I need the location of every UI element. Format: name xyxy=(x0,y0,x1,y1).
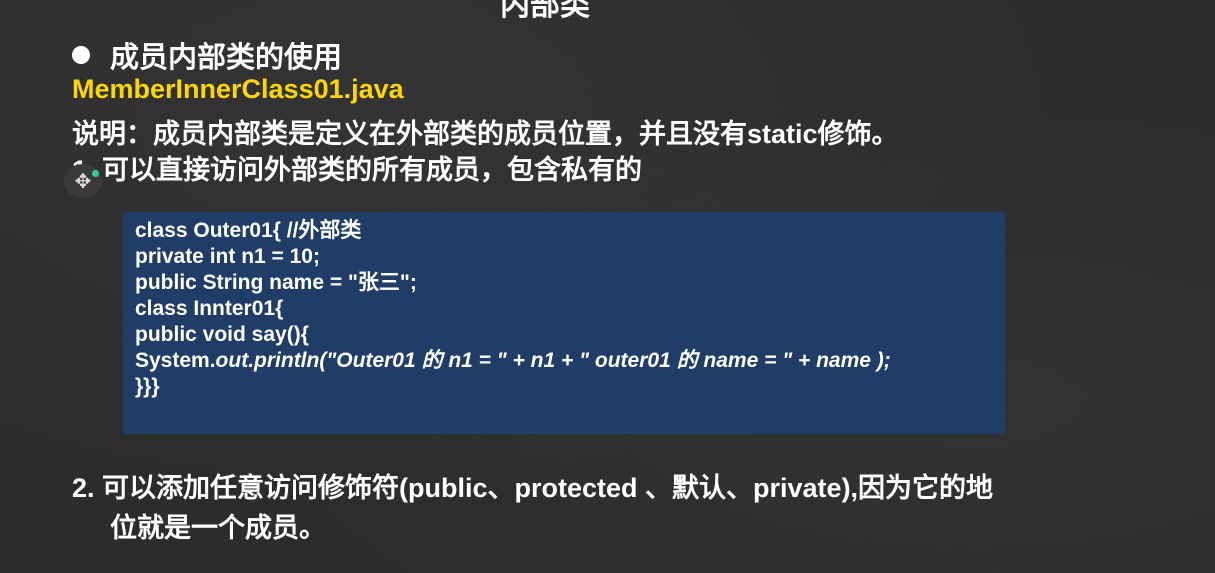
bullet-icon xyxy=(72,46,90,64)
slide-heading: 成员内部类的使用 xyxy=(110,40,343,74)
point-two-continuation: 位就是一个成员。 xyxy=(110,513,326,543)
code-line: }}} xyxy=(135,375,160,398)
code-block: class Outer01{ //外部类 private int n1 = 10… xyxy=(123,212,1005,434)
slide-title-clipped: 内部类 xyxy=(500,0,590,23)
code-line-println: System.out.println("Outer01 的 n1 = " + n… xyxy=(135,348,993,374)
code-line: public void say(){ xyxy=(135,323,309,346)
code-line: class Innter01{ xyxy=(135,297,284,320)
point-one-text: 1. 可以直接访问外部类的所有成员，包含私有的 xyxy=(72,155,643,185)
code-line: private int n1 = 10; xyxy=(135,245,320,268)
code-system-prefix: System. xyxy=(135,349,216,372)
code-line: class Outer01{ //外部类 xyxy=(135,219,362,242)
explanation-text: 说明：成员内部类是定义在外部类的成员位置，并且没有static修饰。 xyxy=(72,119,899,149)
point-two-text: 2. 可以添加任意访问修饰符(public、protected 、默认、priv… xyxy=(72,473,994,503)
code-println-call: out.println("Outer01 的 n1 = " + n1 + " o… xyxy=(215,349,891,372)
filename-label: MemberInnerClass01.java xyxy=(72,74,404,104)
cursor-indicator-dot xyxy=(92,170,99,177)
heading-row: 成员内部类的使用 xyxy=(72,34,342,76)
code-line: public String name = "张三"; xyxy=(135,271,417,294)
